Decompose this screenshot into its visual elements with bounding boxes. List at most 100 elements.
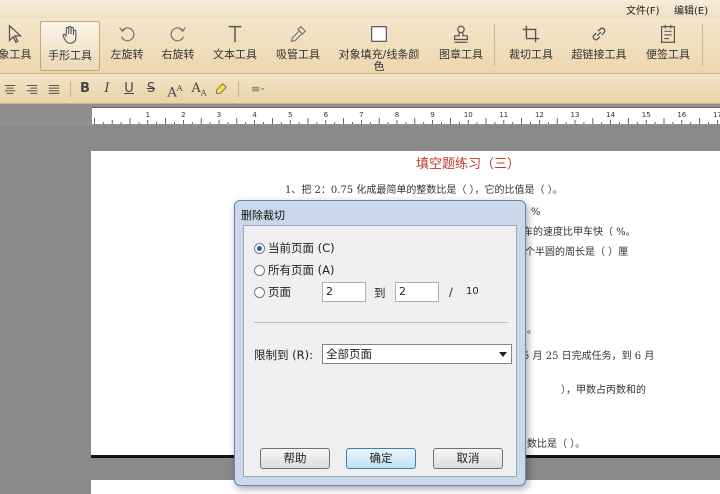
ruler-number: 11 xyxy=(499,111,508,119)
radio-current-page[interactable]: 当前页面 (C) xyxy=(254,240,335,256)
from-page-input[interactable]: 2 xyxy=(322,282,366,302)
radio-all-pages[interactable]: 所有页面 (A) xyxy=(254,262,335,278)
subscript-letter: A xyxy=(191,81,201,96)
ruler-number: 8 xyxy=(395,111,399,119)
bold-button[interactable]: B xyxy=(78,80,92,98)
ruler-number: 7 xyxy=(359,111,363,119)
crop-tool[interactable]: 裁切工具 xyxy=(504,21,558,71)
document-line: 车的速度比甲车快（ %。 xyxy=(523,227,636,238)
ruler-number: 13 xyxy=(571,111,580,119)
delete-crop-dialog: 删除裁切 当前页面 (C) 所有页面 (A) 页面 2 到 2 / 10 限制到… xyxy=(234,200,526,486)
format-toolbar: B I U S AA AA xyxy=(0,74,720,104)
document-line: 5 月 25 日完成任务，到 6 月 xyxy=(523,351,655,362)
ribbon-separator xyxy=(702,24,703,66)
superscript-button[interactable]: AA xyxy=(166,80,184,100)
ruler-number: 10 xyxy=(464,111,473,119)
text-t-icon xyxy=(208,23,262,49)
highlighter-icon[interactable] xyxy=(212,80,230,98)
subscript-button[interactable]: AA xyxy=(190,80,208,98)
italic-button[interactable]: I xyxy=(100,80,114,98)
limit-to-select[interactable]: 全部页面 xyxy=(322,344,512,364)
crop-icon xyxy=(504,23,558,49)
tool-label: 文本工具 xyxy=(213,48,257,61)
align-right-icon[interactable] xyxy=(24,80,40,98)
document-line: 。 xyxy=(527,325,537,336)
ruler-number: 2 xyxy=(181,111,185,119)
tool-label: 超链接工具 xyxy=(571,48,627,61)
link-icon xyxy=(566,23,632,49)
tool-label-line2: 色 xyxy=(373,60,385,73)
slash-label: / xyxy=(449,285,453,299)
sticky-note-tool[interactable]: 便签工具 xyxy=(640,21,696,71)
format-separator xyxy=(238,81,239,97)
dialog-divider xyxy=(254,322,508,323)
help-button[interactable]: 帮助 xyxy=(260,448,330,469)
tool-label: 吸管工具 xyxy=(276,48,320,61)
underline-button[interactable]: U xyxy=(122,80,136,98)
tool-label: 便签工具 xyxy=(646,48,690,61)
limit-to-label: 限制到 (R): xyxy=(254,348,313,362)
document-line: ），甲数占丙数和的 xyxy=(561,385,646,396)
line-spacing-dropdown[interactable] xyxy=(244,80,272,98)
hyperlink-tool[interactable]: 超链接工具 xyxy=(566,21,632,71)
menu-file[interactable]: 文件(F) xyxy=(626,2,660,17)
ok-button[interactable]: 确定 xyxy=(346,448,416,469)
menu-edit[interactable]: 编辑(E) xyxy=(674,2,708,17)
align-center-icon[interactable] xyxy=(2,80,18,98)
hand-icon xyxy=(41,24,99,50)
ruler-number: 14 xyxy=(606,111,615,119)
fill-square-icon xyxy=(334,23,424,49)
ruler-number: 3 xyxy=(217,111,221,119)
document-line: 数比是（ ）。 xyxy=(527,439,586,450)
document-line: 个半圆的周长是（ ）厘 xyxy=(525,247,629,258)
ruler-area: 1 2 3 4 5 6 7 8 9 10 11 12 13 14 15 16 17 xyxy=(0,104,720,126)
radio-selected-icon xyxy=(254,242,265,254)
ruler-number: 16 xyxy=(677,111,686,119)
menu-bar: 文件(F) 编辑(E) xyxy=(0,0,720,18)
strikethrough-button[interactable]: S xyxy=(144,80,158,98)
align-justify-icon[interactable] xyxy=(46,80,62,98)
tool-label: 象工具 xyxy=(0,48,32,61)
tool-label: 裁切工具 xyxy=(509,48,553,61)
cancel-button[interactable]: 取消 xyxy=(433,448,503,469)
tool-label: 右旋转 xyxy=(161,48,195,61)
rotate-right-tool[interactable]: 右旋转 xyxy=(156,21,200,71)
dialog-body: 当前页面 (C) 所有页面 (A) 页面 2 到 2 / 10 限制到 (R):… xyxy=(243,225,517,477)
radio-page-range[interactable]: 页面 xyxy=(254,284,291,300)
rotate-left-icon xyxy=(106,23,148,49)
to-page-input[interactable]: 2 xyxy=(395,282,439,302)
tool-label: 左旋转 xyxy=(110,48,144,61)
text-tool[interactable]: 文本工具 xyxy=(208,21,262,71)
stamp-tool[interactable]: 图章工具 xyxy=(434,21,488,71)
ruler-number: 5 xyxy=(288,111,292,119)
ruler-number: 17 xyxy=(713,111,720,119)
ruler-number: 15 xyxy=(642,111,651,119)
radio-icon xyxy=(254,264,265,276)
ruler-number: 12 xyxy=(535,111,544,119)
radio-all-label: 所有页面 (A) xyxy=(268,263,335,277)
dropdown-arrow-icon xyxy=(499,352,507,357)
dialog-title: 删除裁切 xyxy=(241,209,285,222)
radio-icon xyxy=(254,286,265,298)
limit-to-value: 全部页面 xyxy=(326,347,372,361)
ruler-number: 1 xyxy=(146,111,150,119)
ribbon-toolbar: 象工具 手形工具 左旋转 右旋转 文本工具 吸管工具 对象填充/线条颜 色 图章… xyxy=(0,18,720,74)
rotate-left-tool[interactable]: 左旋转 xyxy=(106,21,148,71)
ruler-number: 6 xyxy=(324,111,329,119)
to-label: 到 xyxy=(374,286,386,300)
stamp-icon xyxy=(434,23,488,49)
note-icon xyxy=(640,23,696,49)
document-title: 填空题练习（三） xyxy=(416,157,521,172)
document-line: 1、把 2：0.75 化成最简单的整数比是（ ），它的比值是（ ）。 xyxy=(285,185,563,196)
ruler-number: 9 xyxy=(430,111,434,119)
hand-tool[interactable]: 手形工具 xyxy=(40,21,100,71)
object-fill-line-color-tool[interactable]: 对象填充/线条颜 色 xyxy=(334,21,424,73)
format-separator xyxy=(70,81,71,97)
radio-pages-label: 页面 xyxy=(268,285,291,299)
radio-current-label: 当前页面 (C) xyxy=(268,241,335,255)
eyedropper-tool[interactable]: 吸管工具 xyxy=(270,21,326,71)
total-pages: 10 xyxy=(466,286,479,297)
horizontal-ruler: 1 2 3 4 5 6 7 8 9 10 11 12 13 14 15 16 17 xyxy=(92,107,720,124)
select-object-tool[interactable]: 象工具 xyxy=(0,21,34,71)
ruler-number: 4 xyxy=(252,111,257,119)
